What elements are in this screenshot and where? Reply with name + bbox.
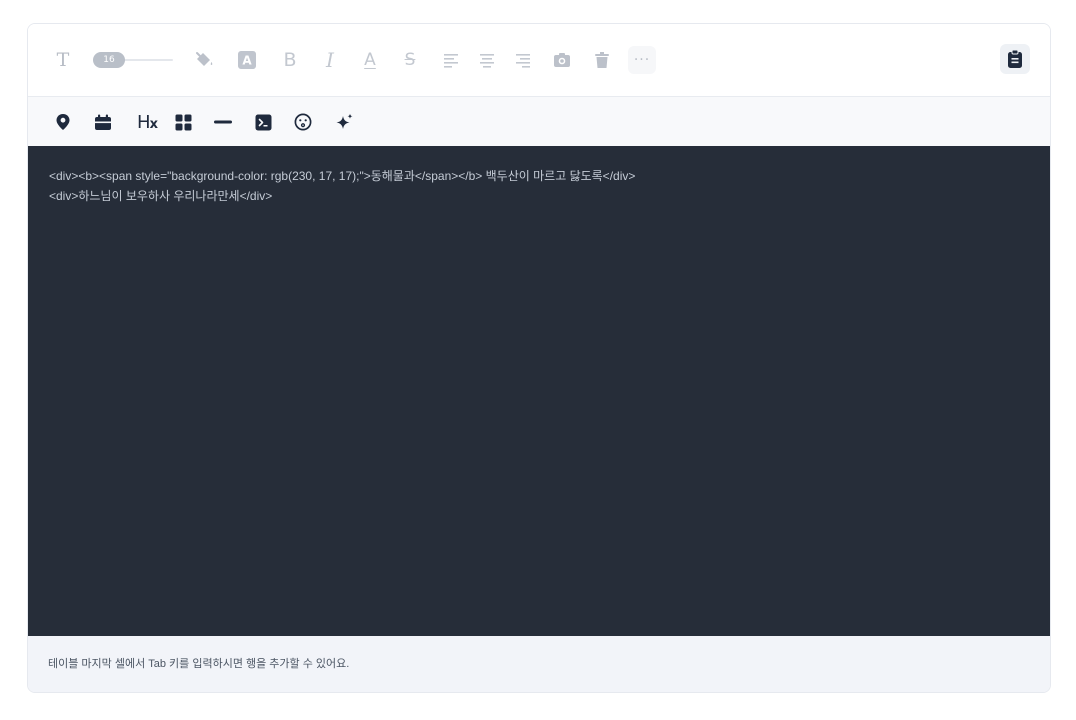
strikethrough-icon: S [404, 50, 416, 70]
insert-heading-button[interactable]: Hx [133, 110, 161, 134]
underline-icon: A [364, 50, 376, 70]
heading-icon-letter: H [137, 111, 151, 133]
heading-icon-sub: x [149, 116, 158, 132]
align-center-button[interactable] [475, 48, 499, 72]
insert-toolbar: Hx [28, 97, 1050, 146]
bold-icon: B [283, 49, 297, 71]
insert-divider-button[interactable] [211, 110, 235, 134]
emoji-icon [294, 113, 312, 131]
text-color-button[interactable]: A [235, 48, 259, 72]
camera-icon [554, 53, 570, 67]
font-size-value[interactable]: 16 [93, 52, 125, 68]
align-center-icon [480, 54, 494, 68]
calendar-icon [95, 114, 111, 130]
more-options-button[interactable]: ··· [628, 46, 656, 74]
insert-image-button[interactable] [550, 48, 574, 72]
bold-button[interactable]: B [278, 48, 302, 72]
align-left-button[interactable] [439, 48, 463, 72]
code-line-2: <div>하느님이 보우하사 우리나라만세</div> [49, 189, 273, 203]
terminal-icon [255, 114, 271, 130]
font-size-slider[interactable]: 16 [93, 52, 173, 68]
horizontal-rule-icon [214, 120, 232, 124]
text-style-button[interactable]: T [51, 48, 75, 72]
align-left-icon [444, 54, 458, 68]
insert-emoji-button[interactable] [291, 110, 315, 134]
code-line-1: <div><b><span style="background-color: r… [49, 169, 636, 183]
html-source-editor[interactable]: <div><b><span style="background-color: r… [28, 146, 1050, 636]
delete-button[interactable] [590, 48, 614, 72]
trash-icon [595, 51, 609, 68]
insert-code-button[interactable] [251, 110, 275, 134]
table-hint-text: 테이블 마지막 셀에서 Tab 키를 입력하시면 행을 추가할 수 있어요. [48, 658, 350, 670]
sparkle-icon [336, 113, 352, 129]
map-pin-icon [56, 114, 70, 130]
highlight-color-button[interactable] [192, 48, 216, 72]
svg-text:A: A [242, 54, 252, 68]
paint-bucket-icon [196, 52, 213, 66]
editor-footer: 테이블 마지막 셀에서 Tab 키를 입력하시면 행을 추가할 수 있어요. [28, 636, 1050, 692]
align-right-icon [516, 54, 530, 68]
insert-table-button[interactable] [171, 110, 195, 134]
italic-button[interactable]: I [318, 48, 342, 72]
text-color-icon: A [238, 51, 256, 69]
insert-date-button[interactable] [91, 110, 115, 134]
rich-text-editor: T 16 A B I A S ··· Hx <div><b><span styl… [27, 23, 1051, 693]
strikethrough-button[interactable]: S [398, 48, 422, 72]
grid-icon [175, 114, 191, 130]
clipboard-icon [1008, 50, 1022, 68]
clipboard-button[interactable] [1000, 44, 1030, 74]
formatting-toolbar: T 16 A B I A S ··· [28, 24, 1050, 97]
text-icon: T [56, 49, 70, 71]
align-right-button[interactable] [511, 48, 535, 72]
ai-assist-button[interactable] [332, 110, 356, 134]
heading-icon: Hx [137, 111, 158, 133]
underline-button[interactable]: A [358, 48, 382, 72]
insert-location-button[interactable] [51, 110, 75, 134]
italic-icon: I [326, 48, 334, 72]
